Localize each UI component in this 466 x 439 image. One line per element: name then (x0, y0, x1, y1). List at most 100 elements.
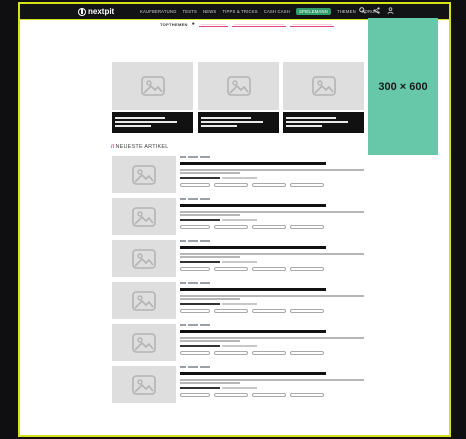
main-nav: KAUFBERATUNG TESTS NEWS TIPPS & TRICKS C… (140, 4, 378, 19)
article-tags (180, 267, 324, 271)
article-tag[interactable] (180, 351, 210, 355)
logo-icon (78, 7, 86, 16)
article-title[interactable] (180, 330, 326, 333)
article-tag[interactable] (290, 309, 324, 313)
nav-news[interactable]: NEWS (203, 9, 216, 14)
article-teaser (180, 256, 240, 258)
article-tag[interactable] (290, 351, 324, 355)
user-icon[interactable] (386, 7, 394, 15)
featured-caption (198, 112, 279, 133)
nav-icons (358, 7, 394, 15)
article-tag[interactable] (252, 351, 286, 355)
nav-kaufberatung[interactable]: KAUFBERATUNG (140, 9, 177, 14)
topthemen-chip[interactable]: —————————————— (231, 22, 287, 27)
article-tag[interactable] (180, 393, 210, 397)
article-image[interactable] (112, 366, 176, 403)
article-tag[interactable] (252, 267, 286, 271)
article-teaser (180, 172, 240, 174)
fire-icon: ● (191, 21, 195, 27)
search-icon[interactable] (358, 7, 366, 15)
article-tag[interactable] (252, 183, 286, 187)
article-tag[interactable] (214, 351, 248, 355)
article-tag[interactable] (214, 393, 248, 397)
topthemen-chip[interactable]: ——————— (198, 22, 228, 27)
article-meta (180, 156, 210, 158)
featured-image (198, 62, 279, 110)
featured-card[interactable] (283, 62, 364, 134)
featured-card[interactable] (198, 62, 279, 134)
article-teaser (180, 382, 240, 384)
article-image[interactable] (112, 198, 176, 235)
article-row[interactable] (112, 282, 367, 319)
article-tag[interactable] (290, 393, 324, 397)
article-meta (180, 324, 210, 326)
article-tags (180, 183, 324, 187)
article-image[interactable] (112, 324, 176, 361)
brand-logo[interactable]: nextpit (78, 6, 114, 17)
article-title[interactable] (180, 204, 326, 207)
featured-card[interactable] (112, 62, 193, 134)
article-tag[interactable] (290, 183, 324, 187)
article-tag[interactable] (290, 225, 324, 229)
nav-tipps-tricks[interactable]: TIPPS & TRICKS (222, 9, 257, 14)
article-tag[interactable] (214, 183, 248, 187)
article-tags (180, 351, 324, 355)
nav-spielemann[interactable]: SPIELEMANN (295, 8, 331, 15)
article-author[interactable] (180, 177, 220, 179)
article-title[interactable] (180, 246, 326, 249)
article-tag[interactable] (252, 393, 286, 397)
article-image[interactable] (112, 282, 176, 319)
article-timestamp (222, 303, 257, 305)
section-title-latest: //NEUESTE ARTIKEL (111, 144, 169, 150)
share-icon[interactable] (372, 7, 380, 15)
article-tag[interactable] (180, 225, 210, 229)
featured-articles (112, 62, 365, 134)
article-author[interactable] (180, 387, 220, 389)
image-placeholder-icon (132, 164, 156, 185)
topthemen-chip[interactable]: ——————————— (290, 22, 334, 27)
ad-size-label: 300 × 600 (378, 80, 428, 93)
article-author[interactable] (180, 261, 220, 263)
article-timestamp (222, 177, 257, 179)
nav-tests[interactable]: TESTS (183, 9, 198, 14)
article-tag[interactable] (180, 183, 210, 187)
section-slash: // (111, 144, 115, 150)
article-author[interactable] (180, 303, 220, 305)
article-tag[interactable] (180, 267, 210, 271)
article-row[interactable] (112, 156, 367, 193)
article-tag[interactable] (214, 225, 248, 229)
article-image[interactable] (112, 240, 176, 277)
article-tag[interactable] (290, 267, 324, 271)
article-tag[interactable] (252, 225, 286, 229)
article-tag[interactable] (252, 309, 286, 313)
article-row[interactable] (112, 366, 367, 403)
article-meta (180, 198, 210, 200)
article-meta (180, 366, 210, 368)
article-title[interactable] (180, 372, 326, 375)
ad-placeholder[interactable]: 300 × 600 (368, 18, 438, 155)
article-row[interactable] (112, 240, 367, 277)
article-timestamp (222, 345, 257, 347)
article-title[interactable] (180, 288, 326, 291)
article-row[interactable] (112, 198, 367, 235)
article-row[interactable] (112, 324, 367, 361)
article-tag[interactable] (180, 309, 210, 313)
nav-cash-cash[interactable]: CASH CASH (264, 9, 290, 14)
article-title[interactable] (180, 162, 326, 165)
article-meta (180, 282, 210, 284)
article-body (180, 240, 366, 277)
article-body (180, 198, 366, 235)
article-teaser (180, 295, 364, 297)
article-image[interactable] (112, 156, 176, 193)
article-tag[interactable] (214, 267, 248, 271)
article-author[interactable] (180, 219, 220, 221)
article-tag[interactable] (214, 309, 248, 313)
article-author[interactable] (180, 345, 220, 347)
featured-image (112, 62, 193, 110)
article-timestamp (222, 387, 257, 389)
article-meta (180, 240, 210, 242)
article-body (180, 366, 366, 403)
nav-themen[interactable]: THEMEN (337, 9, 356, 14)
article-teaser (180, 298, 240, 300)
image-placeholder-icon (226, 76, 251, 96)
